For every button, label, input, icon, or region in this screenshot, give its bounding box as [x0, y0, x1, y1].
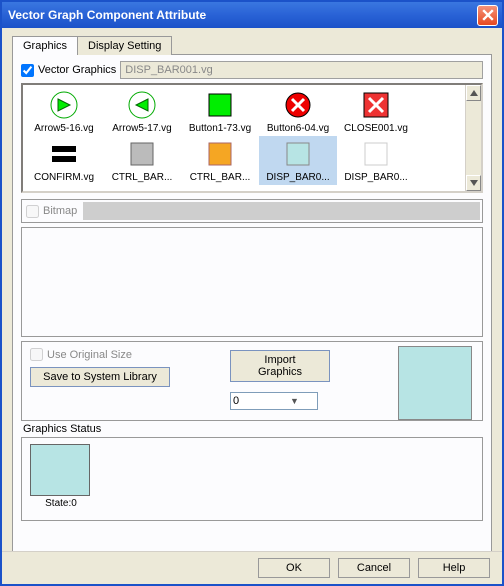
close-button[interactable]	[477, 5, 498, 26]
gallery-item-label: DISP_BAR0...	[339, 172, 413, 183]
tab-graphics[interactable]: Graphics	[12, 36, 78, 55]
import-graphics-button[interactable]: Import Graphics	[230, 350, 330, 382]
bitmap-checkbox-row: Bitmap	[22, 203, 81, 220]
gallery-item-label: Button6-04.vg	[261, 123, 335, 134]
gallery-item[interactable]: Arrow5-16.vg	[25, 87, 103, 136]
help-button[interactable]: Help	[418, 558, 490, 578]
close-x-icon	[360, 89, 392, 121]
button-close-red-icon	[282, 89, 314, 121]
disp-bar-white-icon	[360, 138, 392, 170]
vector-graphics-label: Vector Graphics	[38, 64, 116, 76]
state-label: State:0	[30, 498, 92, 509]
confirm-icon	[48, 138, 80, 170]
gallery-item[interactable]: Button1-73.vg	[181, 87, 259, 136]
ok-button[interactable]: OK	[258, 558, 330, 578]
gallery-item[interactable]: CLOSE001.vg	[337, 87, 415, 136]
cancel-button[interactable]: Cancel	[338, 558, 410, 578]
arrow-left-icon	[126, 89, 158, 121]
use-original-size-checkbox	[30, 348, 43, 361]
close-icon	[482, 9, 494, 21]
gallery-item[interactable]: Button6-04.vg	[259, 87, 337, 136]
gallery-item-label: Arrow5-16.vg	[27, 123, 101, 134]
gallery-item[interactable]: DISP_BAR0...	[259, 136, 337, 185]
gallery-item[interactable]: Arrow5-17.vg	[103, 87, 181, 136]
gallery-item-label: Arrow5-17.vg	[105, 123, 179, 134]
state-select-value: 0	[233, 395, 274, 407]
state-select[interactable]: 0 ▼	[230, 392, 318, 410]
gallery-item[interactable]: CONFIRM.vg	[25, 136, 103, 185]
ctrl-bar-gray-icon	[126, 138, 158, 170]
gallery-item[interactable]: DISP_BAR0...	[337, 136, 415, 185]
window-title: Vector Graph Component Attribute	[8, 8, 477, 22]
vector-graphics-checkbox[interactable]	[21, 64, 34, 77]
tab-display-setting[interactable]: Display Setting	[77, 36, 172, 55]
gallery-item-label: CTRL_BAR...	[183, 172, 257, 183]
save-to-library-button[interactable]: Save to System Library	[30, 367, 170, 387]
scroll-up-icon[interactable]	[466, 85, 481, 101]
gallery-item-label: Button1-73.vg	[183, 123, 257, 134]
use-original-size-label: Use Original Size	[47, 349, 132, 361]
bitmap-checkbox	[26, 205, 39, 218]
bitmap-bar	[83, 202, 480, 220]
bitmap-label: Bitmap	[43, 205, 77, 217]
state-thumbnail[interactable]	[30, 444, 90, 496]
gallery-scrollbar[interactable]	[465, 85, 481, 191]
scroll-down-icon[interactable]	[466, 175, 481, 191]
graphics-status-label: Graphics Status	[23, 423, 483, 435]
gallery-item[interactable]: CTRL_BAR...	[103, 136, 181, 185]
ctrl-bar-orange-icon	[204, 138, 236, 170]
bitmap-preview-area	[21, 227, 483, 337]
disp-bar-cyan-icon	[282, 138, 314, 170]
gallery-item-label: DISP_BAR0...	[261, 172, 335, 183]
preview-thumbnail	[398, 346, 472, 420]
chevron-down-icon: ▼	[274, 396, 315, 406]
gallery-item[interactable]: CTRL_BAR...	[181, 136, 259, 185]
gallery-item-label: CTRL_BAR...	[105, 172, 179, 183]
button-green-icon	[204, 89, 236, 121]
vector-gallery: Arrow5-16.vg Arrow5-17.vg Button1-73.vg …	[21, 83, 483, 193]
titlebar[interactable]: Vector Graph Component Attribute	[2, 2, 502, 28]
gallery-item-label: CLOSE001.vg	[339, 123, 413, 134]
arrow-right-icon	[48, 89, 80, 121]
vector-file-field	[120, 61, 483, 79]
gallery-item-label: CONFIRM.vg	[27, 172, 101, 183]
